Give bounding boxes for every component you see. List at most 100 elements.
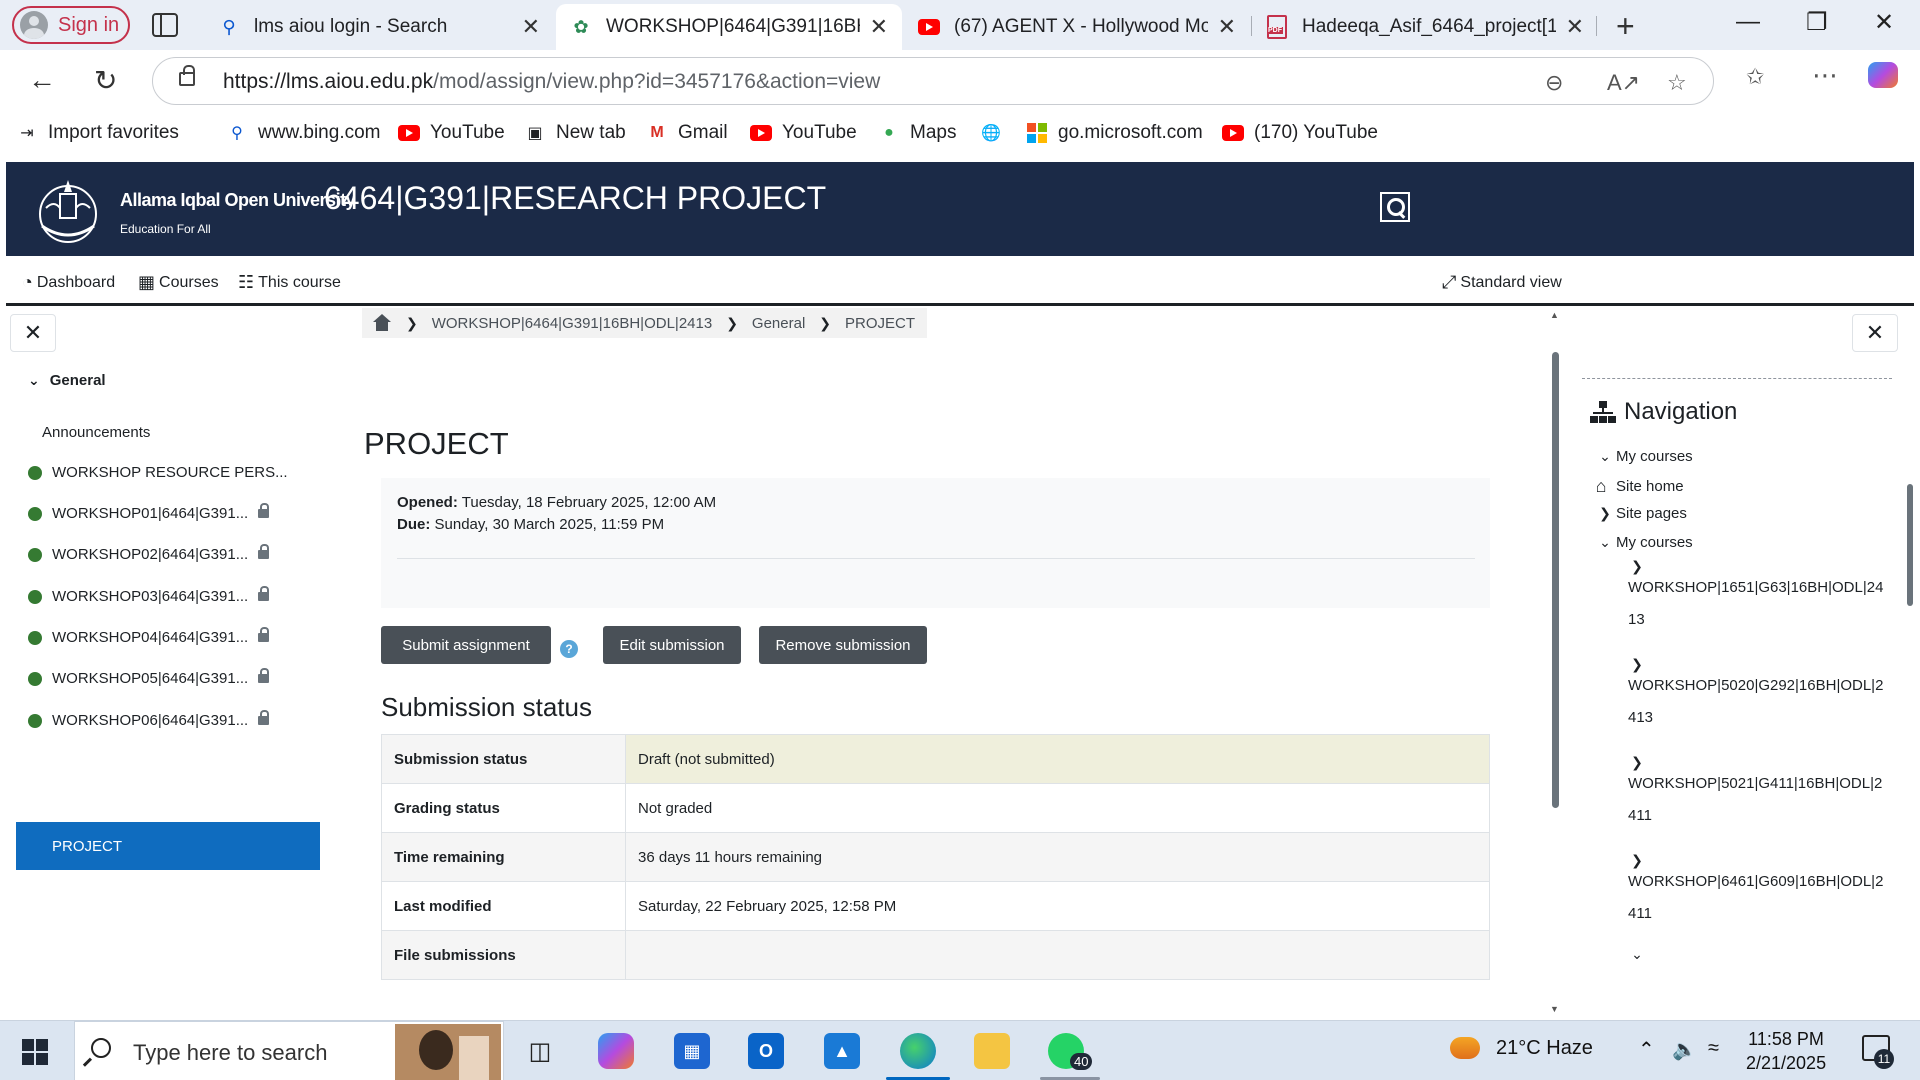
breadcrumb: ❯ WORKSHOP|6464|G391|16BH|ODL|2413 ❯ Gen… bbox=[362, 308, 928, 338]
url-text[interactable]: https://lms.aiou.edu.pk/mod/assign/view.… bbox=[223, 70, 880, 94]
course-index-item[interactable]: WORKSHOP RESOURCE PERS... bbox=[28, 464, 288, 481]
task-view-icon[interactable]: ◫ bbox=[522, 1033, 558, 1069]
show-hidden-icons-chevron-icon[interactable]: ⌃ bbox=[1638, 1037, 1655, 1062]
favorite-youtube[interactable]: YouTube bbox=[398, 122, 505, 144]
nav-my-courses-top[interactable]: ⌄ My courses bbox=[1598, 448, 1693, 465]
favorite-youtube-2[interactable]: YouTube bbox=[750, 122, 857, 144]
outlook-icon[interactable]: O bbox=[748, 1033, 784, 1069]
windows-start-icon[interactable] bbox=[22, 1039, 48, 1065]
tab-search[interactable]: ⚲ lms aiou login - Search ✕ bbox=[204, 4, 554, 50]
scroll-thumb[interactable] bbox=[1552, 352, 1559, 808]
nav-course-link[interactable]: WORKSHOP|6461|G609|16BH|ODL|2411 bbox=[1628, 866, 1888, 930]
nav-this-course[interactable]: ☷ This course bbox=[238, 272, 341, 293]
wifi-icon[interactable]: ≈ bbox=[1708, 1037, 1719, 1060]
close-icon[interactable]: ✕ bbox=[870, 14, 888, 40]
close-icon[interactable]: ✕ bbox=[1218, 14, 1236, 40]
close-icon[interactable]: ✕ bbox=[522, 14, 540, 40]
search-highlight-image bbox=[395, 1024, 501, 1080]
favorite-bing[interactable]: ⚲ www.bing.com bbox=[226, 122, 380, 144]
nav-dashboard[interactable]: ◔ Dashboard bbox=[22, 272, 115, 293]
tab-title: Hadeeqa_Asif_6464_project[1].pdf bbox=[1302, 16, 1556, 37]
course-index-item[interactable]: WORKSHOP05|6464|G391... bbox=[28, 668, 270, 687]
standard-view-toggle[interactable]: ⤢ Standard view bbox=[1442, 272, 1562, 293]
weather-icon[interactable] bbox=[1450, 1037, 1480, 1065]
favorite-import[interactable]: ⇥ Import favorites bbox=[16, 122, 179, 144]
scroll-up-icon[interactable]: ▲ bbox=[1550, 310, 1559, 320]
row-value: 36 days 11 hours remaining bbox=[625, 832, 1490, 882]
nav-course-link[interactable]: WORKSHOP|1651|G63|16BH|ODL|2413 bbox=[1628, 572, 1888, 636]
more-options-icon[interactable]: ⋯ bbox=[1812, 60, 1838, 91]
new-tab-plus-icon[interactable]: + bbox=[1616, 8, 1635, 45]
chevron-down-icon[interactable]: ⌄ bbox=[1630, 946, 1648, 963]
favorite-newtab[interactable]: ▣ New tab bbox=[524, 122, 625, 144]
zoom-out-icon[interactable]: ⊖ bbox=[1545, 70, 1563, 96]
minimize-icon[interactable]: — bbox=[1736, 8, 1760, 36]
nav-my-courses[interactable]: ⌄ My courses bbox=[1598, 534, 1693, 551]
course-index-item[interactable]: WORKSHOP06|6464|G391... bbox=[28, 710, 270, 729]
sign-in-button[interactable]: Sign in bbox=[12, 6, 130, 44]
close-icon[interactable]: ✕ bbox=[1566, 14, 1584, 40]
favorite-maps[interactable]: ● Maps bbox=[878, 122, 956, 144]
photos-icon[interactable]: ▲ bbox=[824, 1033, 860, 1069]
system-clock[interactable]: 11:58 PM 2/21/2025 bbox=[1746, 1027, 1826, 1075]
favorite-star-icon[interactable]: ☆ bbox=[1667, 70, 1687, 96]
volume-icon[interactable]: 🔈 bbox=[1672, 1037, 1697, 1062]
favorite-microsoft[interactable]: go.microsoft.com bbox=[1026, 122, 1203, 144]
favorite-globe[interactable]: 🌐 bbox=[980, 122, 1012, 144]
weather-text[interactable]: 21°C Haze bbox=[1496, 1037, 1593, 1060]
course-index-item-active[interactable]: PROJECT bbox=[16, 822, 320, 870]
completion-dot-icon bbox=[28, 506, 42, 521]
remove-submission-button[interactable]: Remove submission bbox=[759, 626, 927, 664]
read-aloud-icon[interactable]: A↗ bbox=[1607, 70, 1640, 96]
favorites-icon[interactable]: ✩ bbox=[1746, 64, 1764, 90]
nav-courses[interactable]: ▦ Courses bbox=[138, 272, 219, 293]
course-index-item[interactable]: Announcements bbox=[42, 424, 150, 441]
scroll-down-icon[interactable]: ▼ bbox=[1550, 1004, 1559, 1014]
course-index-item[interactable]: WORKSHOP03|6464|G391... bbox=[28, 586, 270, 605]
breadcrumb-course[interactable]: WORKSHOP|6464|G391|16BH|ODL|2413 bbox=[432, 315, 712, 332]
tab-workshop[interactable]: ✿ WORKSHOP|6464|G391|16BH|ODL|2413 ✕ bbox=[556, 4, 902, 50]
favorite-gmail[interactable]: M Gmail bbox=[646, 122, 727, 144]
edit-submission-button[interactable]: Edit submission bbox=[603, 626, 741, 664]
main-scrollbar[interactable]: ▲ ▼ bbox=[1549, 308, 1561, 1018]
nav-course-link[interactable]: WORKSHOP|5020|G292|16BH|ODL|2413 bbox=[1628, 670, 1888, 734]
copilot-icon[interactable] bbox=[1868, 62, 1898, 94]
scroll-thumb[interactable] bbox=[1907, 484, 1913, 606]
help-icon[interactable]: ? bbox=[560, 640, 578, 658]
file-explorer-icon[interactable] bbox=[974, 1033, 1010, 1069]
whatsapp-icon[interactable]: 40 bbox=[1048, 1033, 1093, 1070]
home-icon[interactable] bbox=[372, 314, 392, 332]
favorite-youtube-3[interactable]: (170) YouTube bbox=[1222, 122, 1378, 144]
tab-actions-icon[interactable] bbox=[152, 13, 178, 37]
notification-center-icon[interactable]: 11 bbox=[1862, 1035, 1894, 1069]
refresh-icon[interactable]: ↻ bbox=[94, 64, 117, 97]
address-bar[interactable]: https://lms.aiou.edu.pk/mod/assign/view.… bbox=[152, 57, 1714, 105]
block-drawer-scrollbar[interactable] bbox=[1906, 472, 1914, 1018]
course-index-item[interactable]: WORKSHOP02|6464|G391... bbox=[28, 544, 270, 563]
window-close-icon[interactable]: ✕ bbox=[1874, 8, 1894, 37]
course-index-item[interactable]: WORKSHOP04|6464|G391... bbox=[28, 627, 270, 646]
tab-youtube[interactable]: (67) AGENT X - Hollywood Movie ✕ bbox=[904, 4, 1250, 50]
nav-site-pages[interactable]: ❯ Site pages bbox=[1598, 505, 1687, 522]
course-index-item[interactable]: WORKSHOP01|6464|G391... bbox=[28, 503, 270, 522]
section-general[interactable]: ⌄ General bbox=[28, 372, 106, 389]
copilot-icon[interactable] bbox=[598, 1033, 634, 1069]
nav-course-link[interactable]: WORKSHOP|5021|G411|16BH|ODL|2411 bbox=[1628, 768, 1888, 832]
lock-icon bbox=[258, 627, 270, 642]
close-block-drawer-button[interactable]: ✕ bbox=[1852, 314, 1898, 352]
due-date: Due: Sunday, 30 March 2025, 11:59 PM bbox=[397, 516, 665, 533]
header-search-icon[interactable] bbox=[1380, 192, 1410, 222]
tab-pdf[interactable]: Hadeeqa_Asif_6464_project[1].pdf ✕ bbox=[1252, 4, 1598, 50]
microsoft-store-icon[interactable]: ▦ bbox=[674, 1033, 710, 1069]
lock-icon bbox=[258, 544, 270, 559]
row-value bbox=[625, 930, 1490, 980]
close-course-index-button[interactable]: ✕ bbox=[10, 314, 56, 352]
university-name[interactable]: Allama Iqbal Open University bbox=[120, 190, 356, 211]
edge-browser-icon[interactable] bbox=[900, 1033, 936, 1069]
restore-icon[interactable]: ❐ bbox=[1806, 8, 1828, 37]
submit-assignment-button[interactable]: Submit assignment bbox=[381, 626, 551, 664]
back-arrow-icon[interactable]: ← bbox=[28, 64, 56, 96]
nav-site-home[interactable]: ⌂ Site home bbox=[1590, 476, 1684, 497]
taskbar-search-box[interactable]: Type here to search bbox=[74, 1021, 504, 1080]
breadcrumb-section[interactable]: General bbox=[752, 315, 805, 332]
